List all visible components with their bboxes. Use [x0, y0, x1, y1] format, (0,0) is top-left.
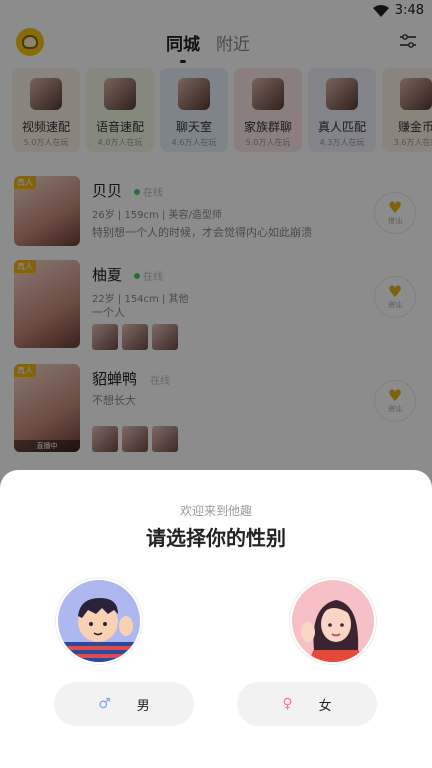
female-option-button[interactable]: ♀ 女: [237, 682, 377, 726]
boy-waving-icon: [58, 598, 140, 662]
female-symbol-icon: ♀: [282, 696, 293, 712]
male-symbol-icon: ♂: [98, 696, 111, 712]
girl-waving-icon: [301, 600, 362, 662]
male-avatar-illustration[interactable]: [56, 578, 142, 664]
female-option-label: 女: [318, 698, 332, 714]
gender-select-sheet: 欢迎来到他趣 请选择你的性别 ♂ 男 ♀ 女: [0, 470, 432, 768]
female-avatar-illustration[interactable]: [290, 578, 376, 664]
welcome-text: 欢迎来到他趣: [179, 504, 252, 518]
sheet-title: 请选择你的性别: [146, 526, 286, 550]
male-option-label: 男: [136, 698, 150, 714]
male-option-button[interactable]: ♂ 男: [54, 682, 194, 726]
